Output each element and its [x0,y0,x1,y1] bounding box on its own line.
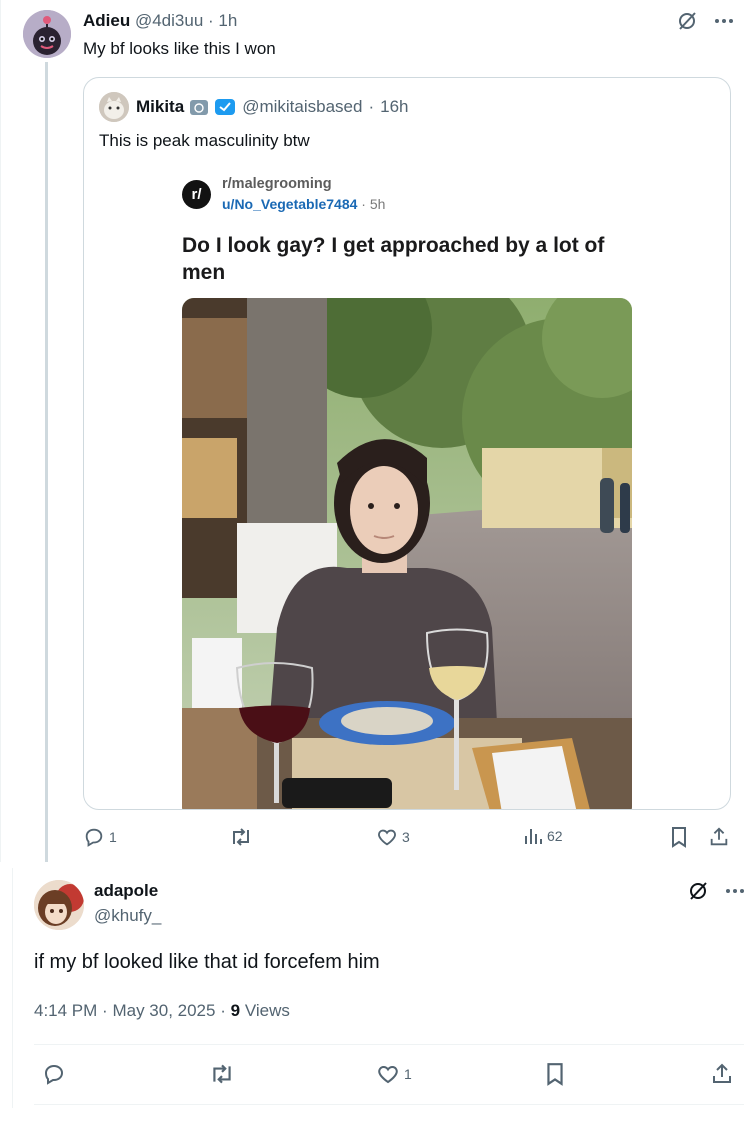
reply-button[interactable] [42,1062,70,1086]
affiliation-badge-icon [190,100,209,115]
avatar-mikita[interactable] [99,92,129,122]
reddit-sub-icon: r/ [182,180,211,209]
repost-icon [213,1064,231,1084]
separator: · [208,11,214,30]
tweet-text: if my bf looked like that id forcefem hi… [34,951,380,973]
bookmark-button[interactable] [544,1062,566,1086]
parent-tweet[interactable]: Adieu @4di3uu · 1h My bf looks like this… [0,0,755,862]
tweet-meta: 4:14 PM · May 30, 2025 · 9 Views [34,1001,290,1021]
share-button[interactable] [708,826,730,848]
post-photo[interactable] [182,298,632,809]
action-bar: 1 3 62 [83,826,731,854]
grok-icon[interactable] [687,880,709,902]
tweet-text: My bf looks like this I won [83,39,276,58]
timestamp[interactable]: 1h [218,11,237,30]
verified-badge-icon [214,98,236,116]
bookmark-icon [547,1063,563,1086]
reddit-post-title: Do I look gay? I get approached by a lot… [182,234,605,284]
display-name[interactable]: adapole [94,881,158,901]
views-button[interactable]: 62 [523,826,563,846]
divider [34,1044,744,1045]
bookmark-button[interactable] [669,826,689,848]
photo-image [182,298,632,809]
quote-timestamp[interactable]: 16h [380,97,408,117]
share-icon [713,1063,731,1083]
avatar-image [34,880,84,930]
focused-tweet[interactable]: adapole @khufy_ if my bf looked like tha… [12,868,755,1108]
like-button[interactable]: 1 [376,1062,412,1086]
tweet-top-actions [676,10,734,32]
reddit-screenshot[interactable]: r/ r/malegrooming u/No_Vegetable7484 · 5… [182,176,632,809]
reply-icon [44,1064,64,1085]
avatar-image [23,10,71,58]
bookmark-icon [672,827,686,848]
action-bar: 1 [34,1062,744,1092]
views-count: 9 [230,1001,241,1020]
like-count: 3 [402,829,410,845]
repost-button[interactable] [209,1062,239,1086]
reddit-subreddit: r/malegrooming [222,176,332,192]
divider [34,1104,744,1105]
repost-button[interactable] [229,826,257,848]
share-icon [710,827,728,846]
grok-icon[interactable] [676,10,698,32]
reply-count: 1 [109,829,117,845]
like-count: 1 [404,1066,412,1082]
display-name[interactable]: Adieu [83,11,130,30]
separator: · [368,97,375,116]
quote-text: This is peak masculinity btw [99,131,310,150]
tweet-top-actions [687,880,745,902]
quote-header: Mikita @mikitaisbased · 16h [136,97,408,117]
handle[interactable]: @4di3uu [135,11,203,30]
tweet-header: Adieu @4di3uu · 1h [83,11,237,31]
reply-button[interactable]: 1 [83,826,117,848]
more-icon[interactable] [725,881,745,901]
views-count: 62 [547,828,563,844]
more-icon[interactable] [714,11,734,31]
heart-icon [378,829,396,846]
reddit-user-line: u/No_Vegetable7484 · 5h [222,196,385,212]
repost-icon [233,828,249,846]
avatar-adapole[interactable] [34,880,84,930]
views-icon [525,829,542,844]
post-date[interactable]: May 30, 2025 [112,1001,215,1020]
separator: · [220,1001,226,1020]
like-button[interactable]: 3 [376,826,410,848]
reply-icon [85,828,103,847]
avatar-adieu[interactable] [23,10,71,58]
quote-handle[interactable]: @mikitaisbased [242,97,362,117]
handle[interactable]: @khufy_ [94,906,161,926]
reddit-time: · 5h [361,196,386,212]
reddit-username: u/No_Vegetable7484 [222,196,358,212]
separator: · [102,1001,108,1020]
thread-line [45,62,48,862]
post-time[interactable]: 4:14 PM [34,1001,97,1020]
views-label: Views [244,1001,290,1020]
avatar-image [99,92,129,122]
heart-icon [378,1065,398,1084]
quote-tweet[interactable]: Mikita @mikitaisbased · 16h This is peak… [83,77,731,810]
share-button[interactable] [710,1062,734,1086]
quote-display-name[interactable]: Mikita [136,97,184,117]
